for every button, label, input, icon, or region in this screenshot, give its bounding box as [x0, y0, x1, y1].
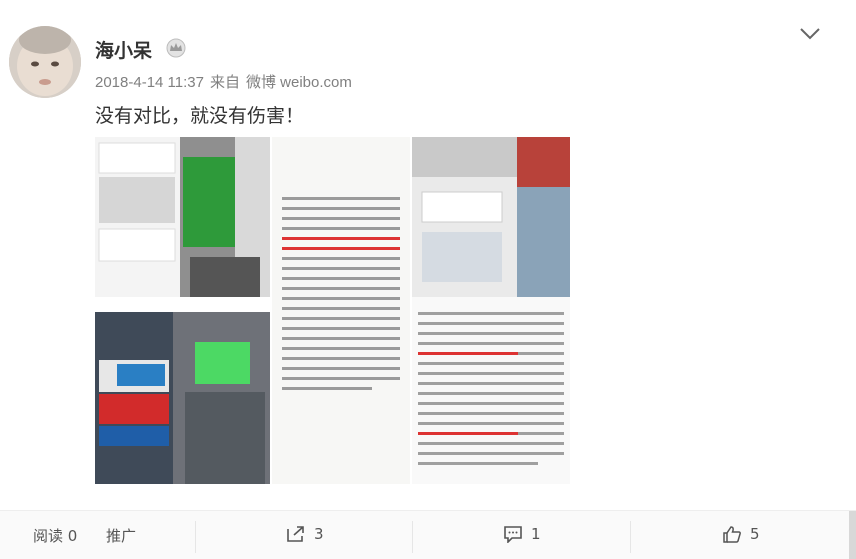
post-date[interactable]: 2018-4-14 11:37 [95, 74, 204, 91]
like-button[interactable]: 5 [722, 525, 760, 543]
promote-button[interactable]: 推广 [106, 525, 136, 546]
weibo-post-card: 海小呆 2018-4-14 11:37 来自 微博 weibo.com 没有对比，就… [0, 0, 856, 559]
chevron-down-icon[interactable] [798, 26, 822, 42]
divider [412, 521, 413, 553]
like-count: 5 [750, 525, 760, 543]
scrollbar[interactable] [849, 511, 856, 559]
post-image-3[interactable] [272, 137, 410, 484]
action-bar: 阅读 0 推广 3 1 5 [0, 510, 856, 559]
post-image-1[interactable] [95, 137, 270, 297]
thumbs-up-icon [723, 526, 741, 543]
post-image-4[interactable] [412, 137, 570, 484]
post-source[interactable]: 微博 weibo.com [246, 74, 352, 91]
share-icon [287, 526, 304, 542]
promote-label: 推广 [106, 527, 137, 545]
share-count: 3 [314, 525, 324, 543]
via-label: 来自 [209, 74, 240, 91]
avatar[interactable] [9, 26, 81, 98]
post-image-2[interactable] [95, 312, 270, 484]
comment-count: 1 [531, 525, 541, 543]
post-text: 没有对比，就没有伤害！ [95, 105, 305, 127]
post-meta: 2018-4-14 11:37 来自 微博 weibo.com [95, 71, 358, 92]
read-count: 阅读 0 [33, 525, 77, 546]
comment-button[interactable]: 1 [503, 525, 541, 543]
read-count-value: 0 [67, 526, 78, 545]
comment-icon [504, 526, 522, 543]
crown-badge-icon [166, 38, 186, 58]
author-name[interactable]: 海小呆 [95, 36, 152, 63]
read-label: 阅读 [33, 527, 64, 545]
divider [630, 521, 631, 553]
share-button[interactable]: 3 [286, 525, 324, 543]
divider [195, 521, 196, 553]
